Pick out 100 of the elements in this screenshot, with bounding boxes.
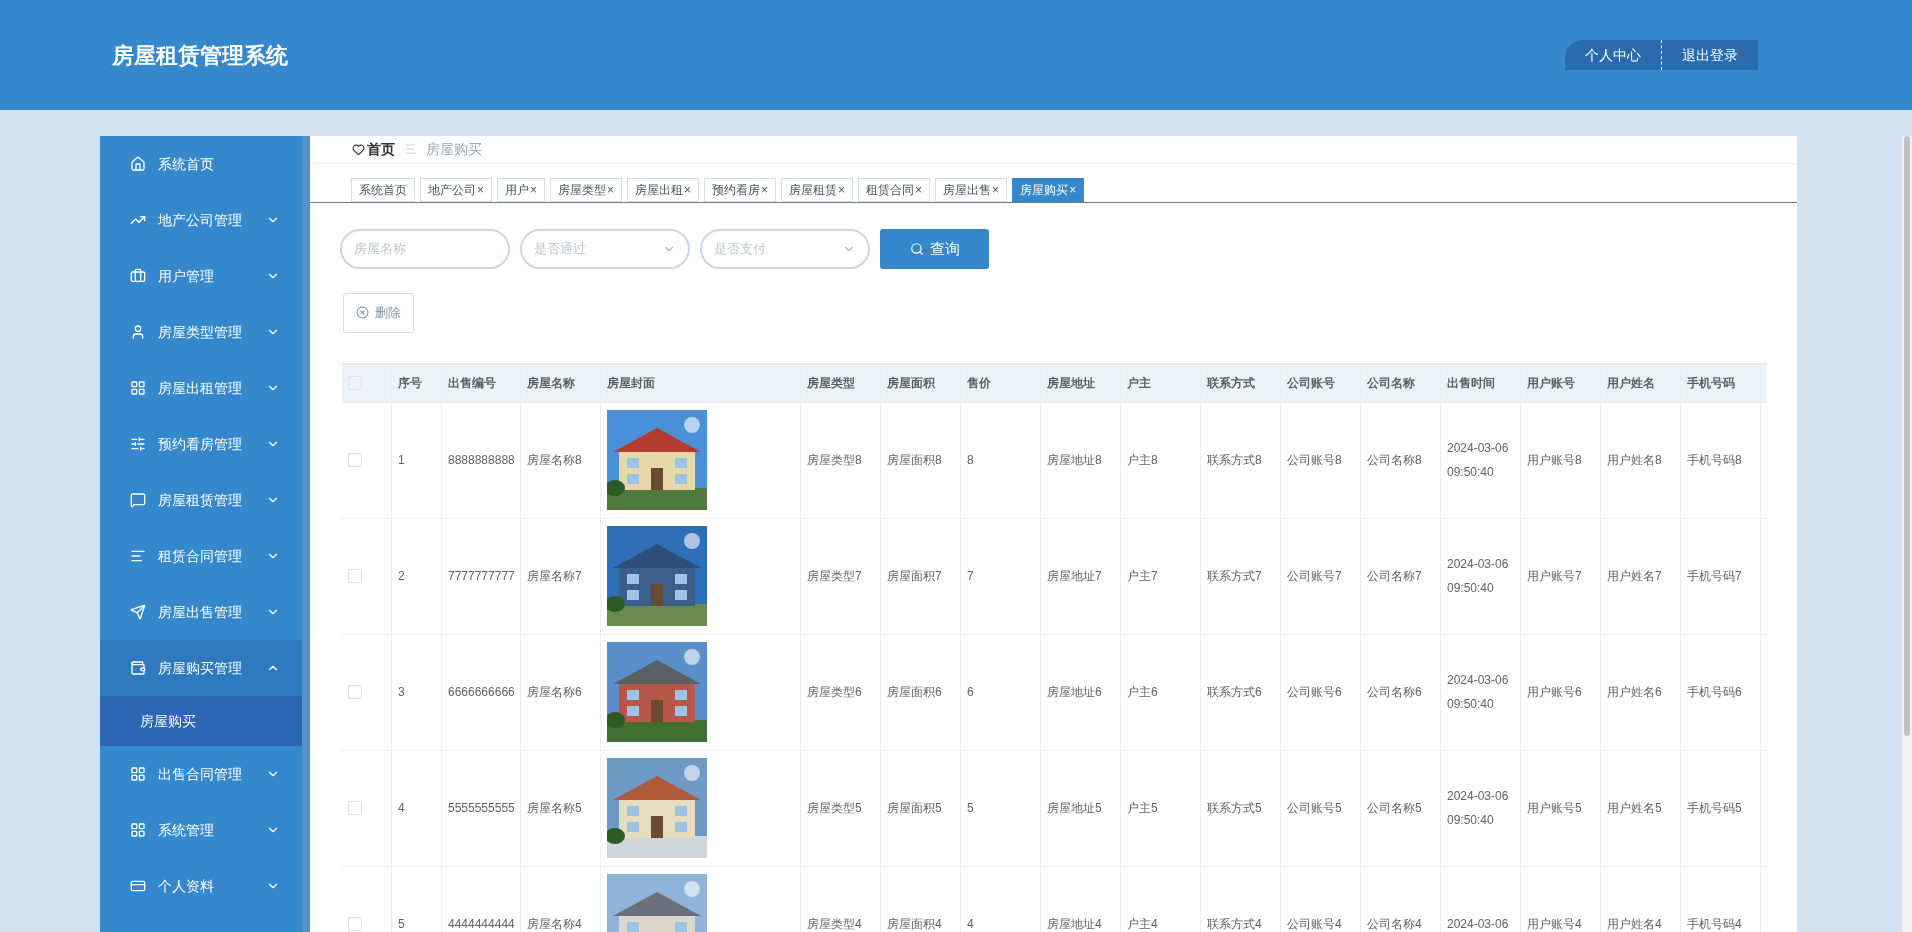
table-cell-text: 4	[398, 800, 405, 818]
sidebar-item[interactable]: 出售合同管理	[100, 746, 302, 802]
page-tab[interactable]: 房屋租赁×	[781, 177, 854, 202]
close-icon[interactable]: ×	[684, 180, 692, 199]
sidebar-item[interactable]: 系统首页	[100, 136, 302, 192]
table-cell-text: 用户账号6	[1527, 684, 1582, 702]
briefcase-icon	[130, 268, 146, 284]
close-icon[interactable]: ×	[838, 180, 846, 199]
table-cell-text: 5555555555	[448, 800, 515, 818]
grid-icon	[130, 822, 146, 838]
table-cell-text: 8888888888	[448, 452, 515, 470]
table-cell-text: 3	[398, 684, 405, 702]
table-cell-text: 2024-03-06	[1447, 916, 1509, 932]
list-icon	[130, 548, 146, 564]
close-icon[interactable]: ×	[761, 180, 769, 199]
table-cell-text: 5	[398, 916, 405, 932]
column-header: 房屋面积	[887, 375, 935, 393]
table-cell-text: 房屋类型4	[807, 916, 862, 932]
table-cell-text: 手机号码5	[1687, 800, 1742, 818]
sidebar-item[interactable]: 租赁合同管理	[100, 528, 302, 584]
table-cell-text: 用户姓名4	[1607, 916, 1662, 932]
sidebar-item[interactable]: 房屋出售管理	[100, 584, 302, 640]
table-cell-text: 联系方式8	[1207, 452, 1262, 470]
table-cell-text: 户主6	[1127, 684, 1158, 702]
table-cell-text: 房屋面积6	[887, 684, 942, 702]
table-cell-text: 4	[967, 916, 974, 932]
table-cell-text: 用户姓名8	[1607, 452, 1662, 470]
table-cell-text: 用户账号4	[1527, 916, 1582, 932]
table-cell-text: 房屋名称7	[527, 568, 582, 586]
logout-button[interactable]: 退出登录	[1662, 40, 1758, 70]
table-cell-text: 公司名称5	[1367, 800, 1422, 818]
table-cell-text: 联系方式6	[1207, 684, 1262, 702]
table-cell-text: 公司账号5	[1287, 800, 1342, 818]
sidebar-scrollbar[interactable]	[302, 136, 310, 932]
table-cell-text: 户主5	[1127, 800, 1158, 818]
row-checkbox[interactable]	[348, 569, 362, 584]
heart-icon	[352, 142, 365, 156]
column-header: 用户账号	[1527, 375, 1575, 393]
column-header: 公司名称	[1367, 375, 1415, 393]
page-tab[interactable]: 房屋购买×	[1012, 177, 1085, 202]
column-header: 联系方式	[1207, 375, 1255, 393]
close-icon[interactable]: ×	[992, 180, 1000, 199]
table-cell-text: 用户姓名7	[1607, 568, 1662, 586]
close-icon[interactable]: ×	[607, 180, 615, 199]
page-tab[interactable]: 房屋出售×	[935, 177, 1008, 202]
search-button[interactable]: 查询	[880, 228, 989, 269]
page-tab[interactable]: 系统首页	[351, 177, 415, 202]
close-icon[interactable]: ×	[477, 180, 484, 199]
profile-button[interactable]: 个人中心	[1565, 40, 1662, 70]
row-checkbox[interactable]	[348, 801, 362, 816]
table-cell-text: 5	[967, 800, 974, 818]
page-tab[interactable]: 地产公司×	[420, 177, 492, 202]
table-cell-text: 公司名称8	[1367, 452, 1422, 470]
page-tab[interactable]: 房屋类型×	[550, 177, 623, 202]
clear-icon	[356, 306, 369, 320]
sidebar-item[interactable]: 房屋购买管理	[100, 640, 302, 696]
sidebar-item[interactable]: 房屋类型管理	[100, 304, 302, 360]
page-tab[interactable]: 预约看房×	[704, 177, 777, 202]
sidebar-item[interactable]: 用户管理	[100, 248, 302, 304]
sidebar-item[interactable]: 个人资料	[100, 858, 302, 914]
table-cell-text: 公司账号8	[1287, 452, 1342, 470]
table-cell-text: 6	[967, 684, 974, 702]
sliders-icon	[130, 436, 146, 452]
delete-button[interactable]: 删除	[343, 292, 414, 333]
table-cell-text: 房屋面积4	[887, 916, 942, 932]
column-header: 出售时间	[1447, 375, 1495, 393]
sidebar-item[interactable]: 地产公司管理	[100, 192, 302, 248]
table-cell-text: 房屋类型5	[807, 800, 862, 818]
table-cell-text: 联系方式5	[1207, 800, 1262, 818]
close-icon[interactable]: ×	[915, 180, 923, 199]
table-cell-text: 2024-03-06 09:50:40	[1447, 788, 1509, 830]
page-tab[interactable]: 用户×	[497, 177, 546, 202]
table-cell-text: 联系方式4	[1207, 916, 1262, 932]
table-cell-text: 联系方式7	[1207, 568, 1262, 586]
sidebar-subitem[interactable]: 房屋购买	[100, 696, 302, 746]
sidebar-item[interactable]: 房屋租赁管理	[100, 472, 302, 528]
row-checkbox[interactable]	[348, 685, 362, 700]
table-cell-text: 房屋名称5	[527, 800, 582, 818]
table-cell-text: 用户账号8	[1527, 452, 1582, 470]
row-checkbox[interactable]	[348, 917, 362, 932]
page-tab[interactable]: 房屋出租×	[627, 177, 700, 202]
table-cell-text: 房屋名称6	[527, 684, 582, 702]
close-icon[interactable]: ×	[1069, 180, 1077, 199]
table-cell-text: 房屋名称8	[527, 452, 582, 470]
row-checkbox[interactable]	[348, 453, 362, 468]
column-header: 房屋类型	[807, 375, 855, 393]
page-tab[interactable]: 租赁合同×	[858, 177, 931, 202]
page-scrollbar[interactable]	[1902, 136, 1912, 932]
column-header: 手机号码	[1687, 375, 1735, 393]
sidebar-item[interactable]: 预约看房管理	[100, 416, 302, 472]
sidebar-item[interactable]: 系统管理	[100, 802, 302, 858]
wallet-icon	[130, 660, 146, 676]
breadcrumb-home[interactable]: 首页	[367, 138, 395, 160]
column-header: 公司账号	[1287, 375, 1335, 393]
close-icon[interactable]: ×	[530, 180, 538, 199]
table-cell-text: 2024-03-06 09:50:40	[1447, 672, 1509, 714]
grid-icon	[130, 766, 146, 782]
table-cell-text: 房屋面积8	[887, 452, 942, 470]
table-cell-text: 2024-03-06 09:50:40	[1447, 556, 1509, 598]
sidebar-item[interactable]: 房屋出租管理	[100, 360, 302, 416]
